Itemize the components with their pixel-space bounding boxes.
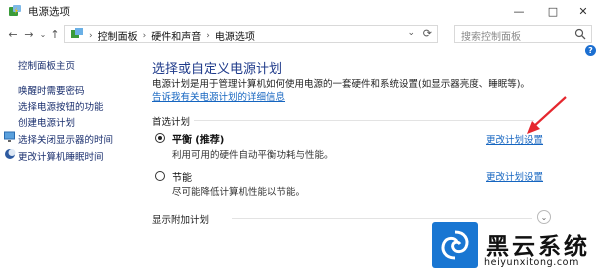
watermark-domain: heiyunxitong.com xyxy=(484,257,579,268)
swirl-logo-icon xyxy=(441,230,469,260)
watermark-logo xyxy=(432,222,478,268)
power-options-window: 电源选项 — □ ✕ ← → ⌄ ↑ › 控制面板 › 硬件和声音 › 电源选项… xyxy=(0,0,600,276)
watermark-brand: 黑云系统 xyxy=(486,234,590,260)
